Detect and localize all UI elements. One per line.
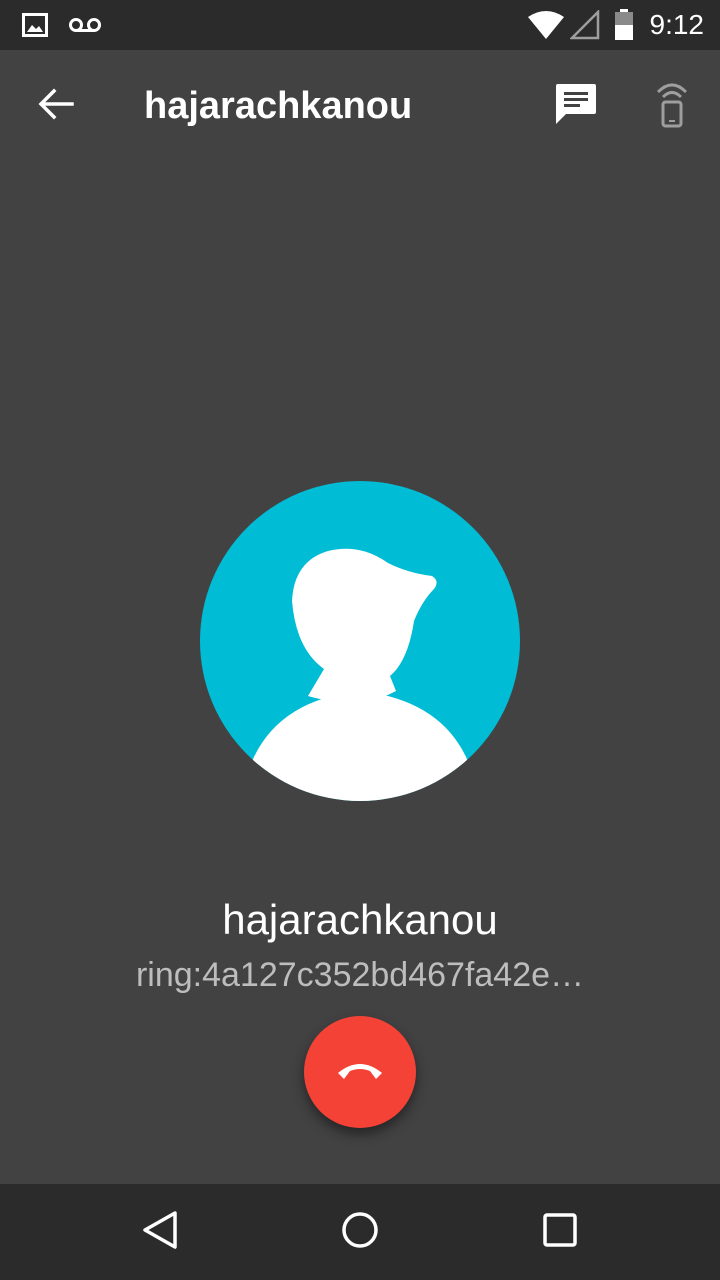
battery-icon bbox=[614, 0, 634, 50]
hangup-button[interactable] bbox=[304, 1016, 416, 1128]
arrow-back-icon bbox=[38, 86, 74, 127]
wifi-icon bbox=[528, 0, 564, 50]
voicemail-icon bbox=[68, 0, 102, 50]
navigation-bar bbox=[0, 1184, 720, 1280]
status-bar: 9:12 bbox=[0, 0, 720, 50]
contact-uri: ring:4a127c352bd467fa42e… bbox=[135, 956, 585, 994]
back-button[interactable] bbox=[16, 66, 96, 146]
back-triangle-icon bbox=[141, 1210, 179, 1255]
app-bar: hajarachkanou bbox=[0, 50, 720, 162]
page-title: hajarachkanou bbox=[144, 85, 413, 127]
image-notification-icon bbox=[22, 0, 48, 50]
nav-home-button[interactable] bbox=[320, 1192, 400, 1272]
recents-square-icon bbox=[543, 1212, 577, 1252]
nav-back-button[interactable] bbox=[120, 1192, 200, 1272]
home-circle-icon bbox=[341, 1211, 379, 1254]
ring-cast-icon bbox=[654, 80, 690, 133]
message-button[interactable] bbox=[536, 66, 616, 146]
ring-cast-button[interactable] bbox=[632, 66, 712, 146]
message-icon bbox=[554, 82, 598, 131]
contact-name: hajarachkanou bbox=[222, 896, 498, 943]
person-avatar-icon bbox=[200, 481, 520, 801]
cell-signal-icon bbox=[570, 0, 600, 50]
status-time: 9:12 bbox=[649, 9, 705, 40]
call-end-icon bbox=[335, 1059, 385, 1086]
avatar bbox=[200, 481, 520, 801]
nav-recents-button[interactable] bbox=[520, 1192, 600, 1272]
